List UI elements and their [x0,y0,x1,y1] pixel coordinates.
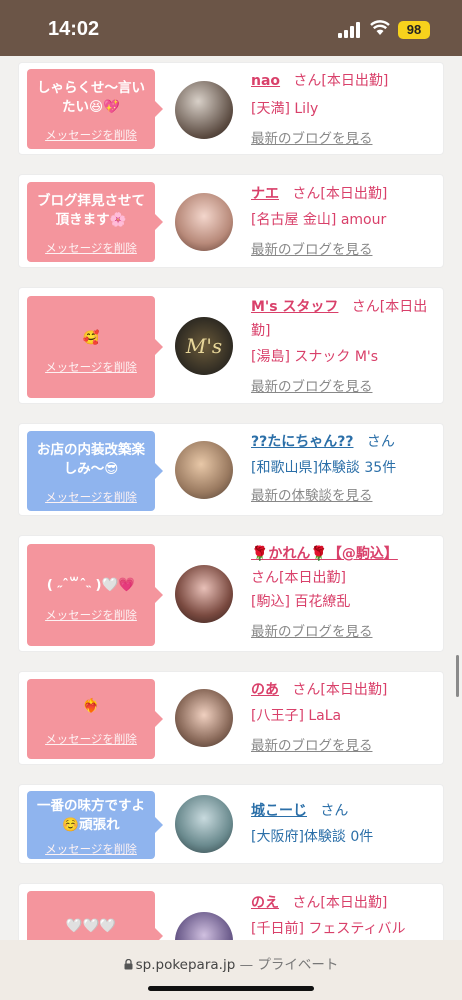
delete-message-link[interactable]: メッセージを削除 [27,240,155,256]
latest-blog-link[interactable]: 最新のブログを見る [251,624,373,640]
delete-message-link[interactable]: メッセージを削除 [27,359,155,375]
battery-icon: 98 [398,21,430,39]
user-info: ナエ さん[本日出勤] [名古屋 金山] amour 最新のブログを見る [251,182,441,262]
store-text: [八王子] LaLa [251,708,342,724]
user-name-link[interactable]: M's スタッフ [251,299,338,315]
home-indicator[interactable] [148,986,314,991]
avatar[interactable]: M's [175,317,233,375]
store-text: [駒込] 百花繚乱 [251,594,351,610]
user-name-link[interactable]: のあ [251,682,279,698]
message-card: 🥰 メッセージを削除 M's M's スタッフ さん[本日出勤] [湯島] スナ… [18,287,444,404]
message-bubble: お店の内装改築楽しみ〜😎 メッセージを削除 [27,431,163,511]
store-text: [天満] Lily [251,101,319,117]
user-info: 城こーじ さん [大阪府]体験談 0件 [251,799,441,849]
scrollbar[interactable] [456,655,459,697]
cellular-signal-icon [338,22,362,38]
status-bar: 14:02 98 [0,0,462,56]
message-text: ❤️‍🔥 [82,698,100,714]
avatar[interactable] [175,441,233,499]
user-info: のあ さん[本日出勤] [八王子] LaLa 最新のブログを見る [251,678,441,758]
store-text: [千日前] フェスティバル [251,921,406,937]
user-name-link[interactable]: のえ [251,895,279,911]
user-name-link[interactable]: 城こーじ [251,803,307,819]
user-info: nao さん[本日出勤] [天満] Lily 最新のブログを見る [251,69,441,151]
message-text: 🤍🤍🤍 [65,918,117,934]
lock-icon [124,958,133,970]
user-info: ??たにちゃん?? さん [和歌山県]体験談 35件 最新の体験談を見る [251,430,441,508]
message-card: ブログ拝見させて頂きます🌸 メッセージを削除 ナエ さん[本日出勤] [名古屋 … [18,174,444,268]
store-text: [名古屋 金山] amour [251,212,387,228]
user-info: M's スタッフ さん[本日出勤] [湯島] スナック M's 最新のブログを見… [251,295,441,399]
latest-review-link[interactable]: 最新の体験談を見る [251,488,373,504]
delete-message-link[interactable]: メッセージを削除 [27,731,155,747]
delete-message-link[interactable]: メッセージを削除 [27,841,155,857]
clock: 14:02 [48,18,100,40]
message-bubble: しゃらくせ〜言いたい😆💖 メッセージを削除 [27,69,163,149]
message-bubble: 🥰 メッセージを削除 [27,296,163,398]
user-name-link[interactable]: 🌹かれん🌹【@駒込】 [251,546,398,562]
message-card: ( ˶ˆ꒳ˆ˵ )🤍💗 メッセージを削除 🌹かれん🌹【@駒込】 さん[本日出勤]… [18,535,444,652]
message-bubble: ( ˶ˆ꒳ˆ˵ )🤍💗 メッセージを削除 [27,544,163,646]
latest-blog-link[interactable]: 最新のブログを見る [251,131,373,147]
message-card: お店の内装改築楽しみ〜😎 メッセージを削除 ??たにちゃん?? さん [和歌山県… [18,423,444,516]
message-bubble: ❤️‍🔥 メッセージを削除 [27,679,163,759]
message-text: お店の内装改築楽しみ〜😎 [37,442,145,477]
message-bubble: ブログ拝見させて頂きます🌸 メッセージを削除 [27,182,163,262]
avatar[interactable] [175,81,233,139]
wifi-icon [370,20,390,35]
delete-message-link[interactable]: メッセージを削除 [27,127,155,143]
message-card: 一番の味方ですよ☺️頑張れ メッセージを削除 城こーじ さん [大阪府]体験談 … [18,784,444,864]
user-name-link[interactable]: ナエ [251,186,279,202]
avatar[interactable] [175,193,233,251]
browser-address-bar[interactable]: sp.pokepara.jp — プライベート [0,940,462,1000]
message-text: ( ˶ˆ꒳ˆ˵ )🤍💗 [46,577,136,593]
delete-message-link[interactable]: メッセージを削除 [27,489,155,505]
latest-blog-link[interactable]: 最新のブログを見る [251,379,373,395]
message-card: ❤️‍🔥 メッセージを削除 のあ さん[本日出勤] [八王子] LaLa 最新の… [18,671,444,765]
avatar[interactable] [175,795,233,853]
user-name-link[interactable]: nao [251,73,280,89]
message-text: ブログ拝見させて頂きます🌸 [37,193,145,228]
delete-message-link[interactable]: メッセージを削除 [27,607,155,623]
latest-blog-link[interactable]: 最新のブログを見る [251,738,373,754]
user-name-link[interactable]: ??たにちゃん?? [251,434,353,450]
url-display[interactable]: sp.pokepara.jp — プライベート [0,953,462,973]
message-text: 🥰 [82,330,100,346]
avatar[interactable] [175,565,233,623]
message-text: 一番の味方ですよ☺️頑張れ [37,798,145,833]
store-text: [湯島] スナック M's [251,349,379,365]
message-card: しゃらくせ〜言いたい😆💖 メッセージを削除 nao さん[本日出勤] [天満] … [18,62,444,155]
message-bubble: 一番の味方ですよ☺️頑張れ メッセージを削除 [27,791,163,859]
store-text: [大阪府]体験談 0件 [251,829,374,845]
store-text: [和歌山県]体験談 35件 [251,460,397,476]
user-info: のえ さん[本日出勤] [千日前] フェスティバル [251,891,441,941]
message-text: しゃらくせ〜言いたい😆💖 [37,80,145,115]
private-label: — プライベート [239,957,339,973]
user-info: 🌹かれん🌹【@駒込】 さん[本日出勤] [駒込] 百花繚乱 最新のブログを見る [251,542,441,644]
avatar[interactable] [175,689,233,747]
latest-blog-link[interactable]: 最新のブログを見る [251,242,373,258]
url-text: sp.pokepara.jp [135,957,236,973]
